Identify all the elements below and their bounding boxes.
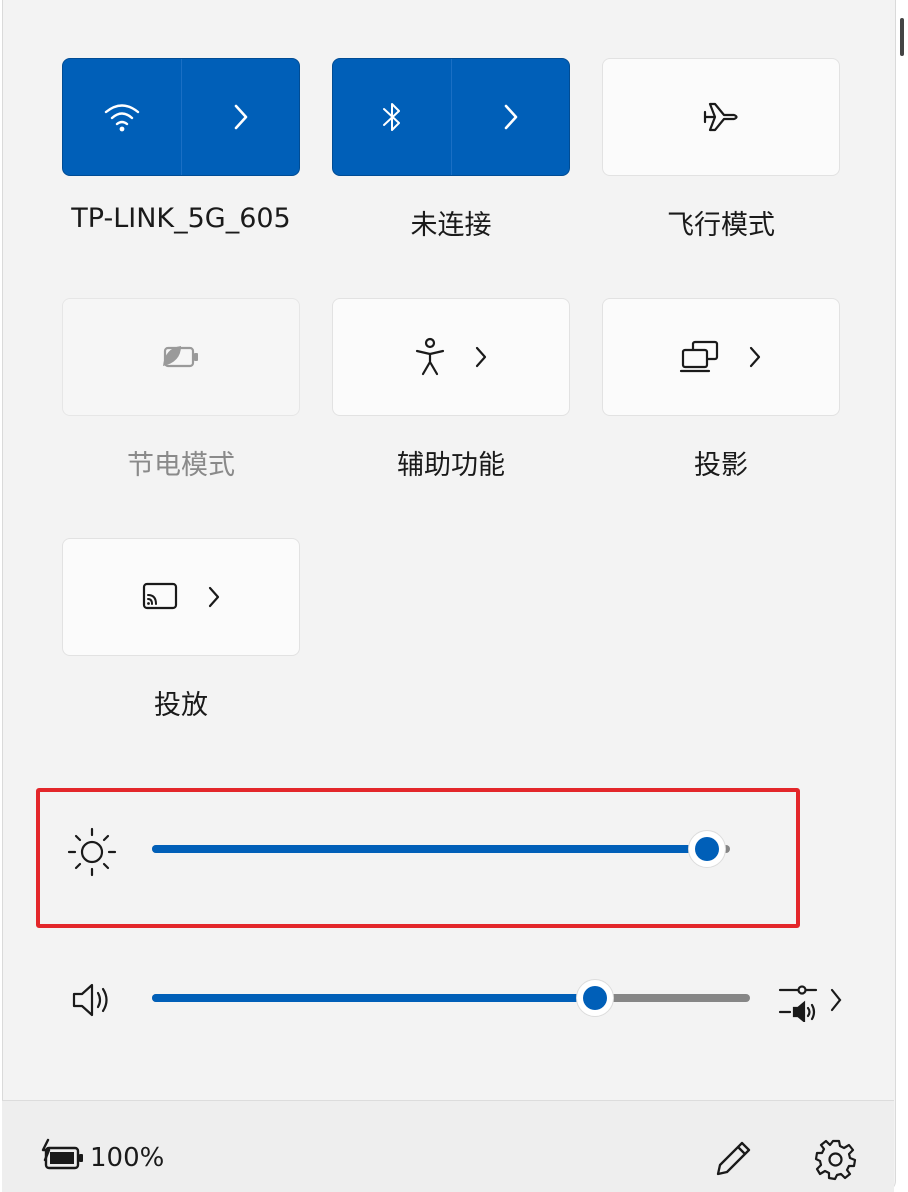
tile-label-accessibility: 辅助功能 — [397, 450, 505, 481]
brightness-fill — [152, 845, 707, 853]
volume-mixer-button[interactable] — [776, 980, 846, 1022]
battery-saver-icon — [159, 342, 203, 372]
tile-label-wifi: TP-LINK_5G_605 — [71, 203, 291, 234]
tile-cast[interactable] — [62, 538, 300, 656]
wifi-expand-button[interactable] — [181, 59, 300, 175]
battery-percent: 100% — [90, 1143, 165, 1173]
brightness-slider[interactable] — [152, 845, 730, 853]
volume-slider[interactable] — [152, 994, 750, 1002]
background-window-mark — [900, 18, 904, 56]
wifi-icon — [102, 100, 142, 134]
chevron-right-icon — [747, 344, 763, 370]
bluetooth-expand-button[interactable] — [451, 59, 570, 175]
brightness-icon — [66, 826, 118, 878]
volume-fill — [152, 994, 595, 1002]
project-icon — [679, 340, 721, 374]
pencil-icon[interactable] — [714, 1138, 754, 1178]
background-window-edge — [896, 0, 908, 1191]
accessibility-icon — [413, 337, 447, 377]
volume-slider-thumb[interactable] — [575, 979, 614, 1017]
brightness-slider-thumb[interactable] — [687, 830, 726, 868]
cast-icon — [140, 581, 180, 613]
tile-label-project: 投影 — [694, 450, 748, 481]
gear-icon[interactable] — [814, 1137, 858, 1181]
tile-airplane[interactable] — [602, 58, 840, 176]
tile-accessibility[interactable] — [332, 298, 570, 416]
bluetooth-icon — [380, 100, 404, 134]
chevron-right-icon — [206, 584, 222, 610]
tile-label-cast: 投放 — [154, 690, 208, 721]
tile-label-bluetooth: 未连接 — [410, 210, 492, 241]
tile-label-battery-saver: 节电模式 — [127, 450, 235, 481]
tile-wifi[interactable] — [62, 58, 300, 176]
battery-charging-icon — [40, 1138, 86, 1174]
chevron-right-icon — [501, 102, 521, 132]
tile-label-airplane: 飞行模式 — [667, 210, 775, 241]
tile-bluetooth[interactable] — [332, 58, 570, 176]
tile-battery-saver[interactable] — [62, 298, 300, 416]
chevron-right-icon — [473, 344, 489, 370]
speaker-icon — [70, 980, 116, 1020]
airplane-icon — [701, 99, 741, 135]
wifi-toggle-button[interactable] — [63, 59, 181, 175]
brightness-highlight-box — [36, 788, 800, 928]
tile-project[interactable] — [602, 298, 840, 416]
bluetooth-toggle-button[interactable] — [333, 59, 451, 175]
chevron-right-icon — [231, 102, 251, 132]
